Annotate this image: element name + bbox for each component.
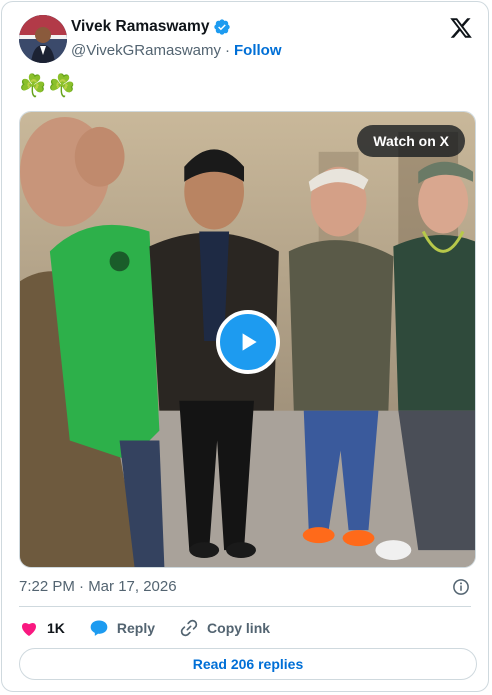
reply-bubble-icon: [90, 620, 108, 636]
reply-button[interactable]: Reply: [89, 618, 155, 638]
reply-label: Reply: [116, 620, 156, 636]
video-player[interactable]: Watch on X: [19, 111, 476, 568]
play-button[interactable]: [216, 310, 280, 374]
author-name[interactable]: Vivek Ramaswamy: [71, 18, 209, 36]
like-count: 1K: [47, 620, 65, 636]
action-bar: 1K Reply Copy link: [19, 616, 294, 640]
tweet-card: Vivek Ramaswamy @VivekGRamaswamy · Follo…: [1, 1, 489, 692]
like-button[interactable]: 1K: [19, 618, 65, 638]
tweet-text: ☘️☘️: [19, 73, 78, 98]
avatar[interactable]: [19, 15, 67, 63]
x-logo-icon[interactable]: [449, 16, 473, 40]
tweet-timestamp[interactable]: 7:22 PM · Mar 17, 2026: [19, 578, 177, 595]
follow-button[interactable]: Follow: [234, 42, 282, 59]
separator-dot: ·: [225, 42, 230, 59]
author-name-row: Vivek Ramaswamy: [71, 18, 231, 36]
verified-badge-icon: [214, 19, 231, 35]
play-icon: [242, 333, 257, 351]
divider: [19, 606, 471, 607]
watch-on-x-button[interactable]: Watch on X: [357, 125, 465, 157]
heart-icon: [22, 622, 36, 636]
link-icon: [180, 619, 198, 637]
copy-link-label: Copy link: [207, 620, 271, 636]
author-handle-row: @VivekGRamaswamy · Follow: [71, 42, 282, 59]
info-icon[interactable]: [452, 578, 470, 596]
read-replies-button[interactable]: Read 206 replies: [19, 648, 477, 680]
copy-link-button[interactable]: Copy link: [179, 618, 270, 638]
author-handle[interactable]: @VivekGRamaswamy: [71, 42, 221, 59]
